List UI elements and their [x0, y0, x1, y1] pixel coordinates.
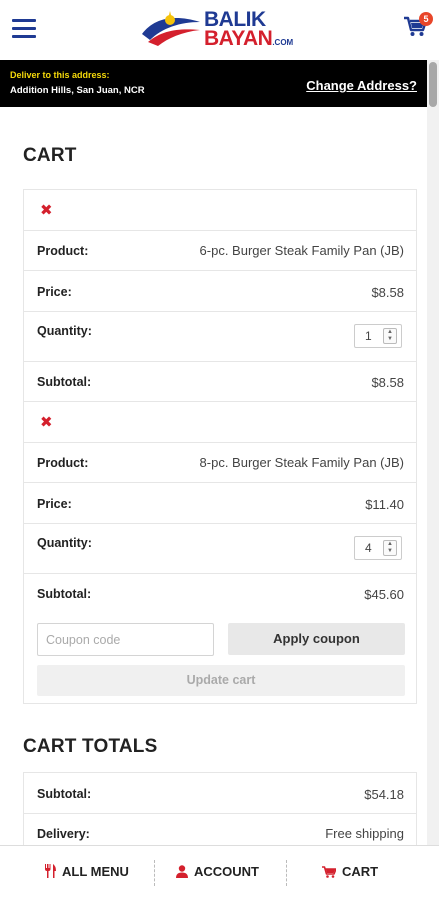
totals-subtotal-row: Subtotal: $54.18 — [24, 773, 416, 814]
user-icon — [176, 865, 188, 878]
cart-totals-title: CART TOTALS — [23, 736, 158, 757]
remove-item-icon[interactable]: ✖ — [40, 203, 53, 218]
app-header: BALIK BAYAN.COM 5 — [0, 0, 439, 60]
nav-account-label: ACCOUNT — [194, 864, 259, 879]
header-cart-button[interactable]: 5 — [403, 12, 433, 42]
subtotal-value: $45.60 — [364, 587, 404, 602]
nav-divider — [286, 860, 287, 886]
subtotal-label: Subtotal: — [37, 587, 92, 601]
price-label: Price: — [37, 285, 72, 299]
utensils-icon — [45, 864, 56, 878]
nav-account[interactable]: ACCOUNT — [176, 864, 259, 879]
address-value: Addition Hills, San Juan, NCR — [10, 85, 145, 96]
price-value: $11.40 — [365, 497, 404, 512]
remove-item-icon[interactable]: ✖ — [40, 415, 53, 430]
quantity-stepper[interactable]: 1 ▲ ▼ — [354, 324, 402, 348]
product-label: Product: — [37, 244, 89, 258]
product-name[interactable]: 8-pc. Burger Steak Family Pan (JB) — [200, 455, 404, 470]
quantity-row: Quantity: 1 ▲ ▼ — [24, 312, 416, 362]
cart-item-remove-row: ✖ — [24, 190, 416, 231]
delivery-address-bar: Deliver to this address: Addition Hills,… — [0, 60, 439, 107]
product-name[interactable]: 6-pc. Burger Steak Family Pan (JB) — [200, 243, 404, 258]
main-content: CART ✖ Product: 6-pc. Burger Steak Famil… — [0, 107, 427, 845]
nav-all-menu-label: ALL MENU — [62, 864, 129, 879]
delivery-row: Delivery: Free shipping — [24, 814, 416, 845]
delivery-value: Free shipping — [325, 826, 404, 841]
subtotal-value: $8.58 — [371, 375, 404, 390]
quantity-label: Quantity: — [37, 324, 92, 338]
price-label: Price: — [37, 497, 72, 511]
quantity-row: Quantity: 4 ▲ ▼ — [24, 524, 416, 574]
cart-totals-table: Subtotal: $54.18 Delivery: Free shipping — [23, 772, 417, 845]
cart-icon — [322, 866, 337, 878]
nav-all-menu[interactable]: ALL MENU — [44, 864, 129, 879]
spinner-arrows-icon[interactable]: ▲ ▼ — [383, 540, 397, 556]
balikbayan-logo[interactable]: BALIK BAYAN.COM — [140, 8, 310, 54]
logo-flag-icon — [142, 11, 200, 46]
cart-item-remove-row: ✖ — [24, 402, 416, 443]
price-row: Price: $8.58 — [24, 271, 416, 312]
bottom-navigation: ALL MENU ACCOUNT CART — [0, 845, 439, 900]
totals-subtotal-value: $54.18 — [364, 787, 404, 802]
totals-subtotal-label: Subtotal: — [37, 787, 92, 801]
nav-divider — [154, 860, 155, 886]
subtotal-row: Subtotal: $8.58 — [24, 362, 416, 402]
subtotal-row: Subtotal: $45.60 — [24, 574, 416, 614]
quantity-stepper[interactable]: 4 ▲ ▼ — [354, 536, 402, 560]
hamburger-menu-icon[interactable] — [12, 19, 36, 39]
subtotal-label: Subtotal: — [37, 375, 92, 389]
logo-wordmark: BALIK BAYAN.COM — [204, 8, 294, 50]
product-label: Product: — [37, 456, 89, 470]
product-row: Product: 6-pc. Burger Steak Family Pan (… — [24, 231, 416, 271]
update-cart-button[interactable]: Update cart — [37, 665, 405, 696]
cart-count-badge: 5 — [419, 12, 433, 26]
scrollbar-track[interactable] — [427, 60, 439, 900]
cart-table: ✖ Product: 6-pc. Burger Steak Family Pan… — [23, 189, 417, 704]
quantity-value: 4 — [365, 541, 372, 555]
coupon-code-input[interactable] — [37, 623, 214, 656]
price-value: $8.58 — [371, 285, 404, 300]
cart-title: CART — [23, 145, 77, 166]
price-row: Price: $11.40 — [24, 483, 416, 524]
spinner-arrows-icon[interactable]: ▲ ▼ — [383, 328, 397, 344]
address-label: Deliver to this address: — [10, 70, 110, 80]
quantity-label: Quantity: — [37, 536, 92, 550]
scrollbar-thumb[interactable] — [429, 62, 437, 107]
nav-cart-label: CART — [342, 864, 379, 879]
quantity-value: 1 — [365, 329, 372, 343]
delivery-label: Delivery: — [37, 827, 90, 841]
product-row: Product: 8-pc. Burger Steak Family Pan (… — [24, 443, 416, 483]
change-address-link[interactable]: Change Address? — [306, 78, 417, 93]
apply-coupon-button[interactable]: Apply coupon — [228, 623, 405, 655]
nav-cart[interactable]: CART — [322, 864, 378, 879]
